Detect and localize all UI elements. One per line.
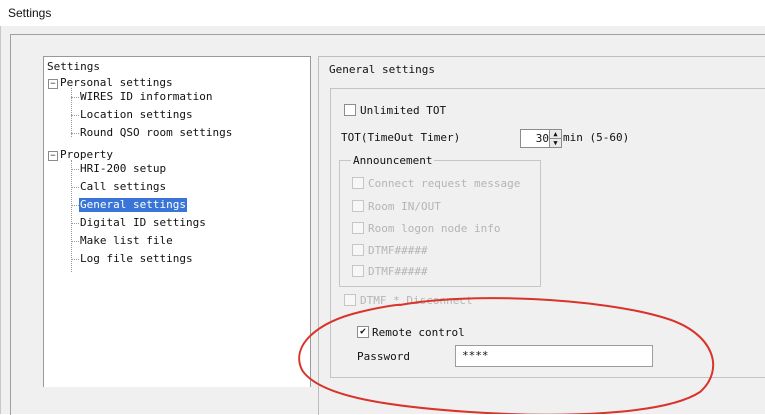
unlimited-tot-label: Unlimited TOT [360, 104, 447, 117]
announcement-title: Announcement [351, 154, 435, 167]
general-settings-title: General settings [326, 63, 438, 76]
tree-connector [71, 97, 79, 98]
password-field[interactable]: **** [455, 345, 653, 367]
tree-connector [71, 169, 79, 170]
room-in-out-checkbox[interactable] [352, 200, 364, 212]
tree-item-make-list-file[interactable]: Make list file [80, 234, 173, 248]
tree-connector [71, 241, 79, 242]
window-title: Settings [8, 6, 52, 20]
collapse-icon[interactable]: − [48, 151, 58, 161]
tree-item-round-qso-room-settings[interactable]: Round QSO room settings [80, 126, 232, 140]
window-titlebar: Settings [0, 0, 765, 27]
tree-connector [71, 187, 79, 188]
room-in-out-label: Room IN/OUT [368, 200, 441, 213]
password-label: Password [357, 350, 410, 363]
tot-unit-label: min (5-60) [563, 131, 630, 144]
tree-connector [71, 133, 79, 134]
tree-root[interactable]: Settings [47, 60, 100, 74]
room-logon-node-info-label: Room logon node info [368, 222, 501, 235]
tree-item-wires-id-information[interactable]: WIRES ID information [80, 90, 212, 104]
tree-connector [71, 223, 79, 224]
tree-connector [71, 88, 72, 137]
tot-value-input[interactable]: 30 [520, 129, 552, 148]
settings-tree[interactable]: Settings − Personal settings WIRES ID in… [43, 56, 311, 387]
remote-control-label: Remote control [372, 326, 465, 339]
tree-connector [71, 259, 79, 260]
tree-item-log-file-settings[interactable]: Log file settings [80, 252, 193, 266]
dtmf-disconnect-checkbox[interactable] [344, 294, 356, 306]
connect-request-message-checkbox[interactable] [352, 177, 364, 189]
dtmf-2-checkbox[interactable] [352, 265, 364, 277]
tree-node-property[interactable]: Property [60, 148, 113, 162]
tree-item-hri-200-setup[interactable]: HRI-200 setup [80, 162, 166, 176]
unlimited-tot-checkbox[interactable] [344, 104, 356, 116]
tree-connector [71, 115, 79, 116]
tree-item-location-settings[interactable]: Location settings [80, 108, 193, 122]
room-logon-node-info-checkbox[interactable] [352, 222, 364, 234]
dtmf-2-label: DTMF##### [368, 265, 428, 278]
tree-node-personal-settings[interactable]: Personal settings [60, 76, 173, 90]
dtmf-disconnect-label: DTMF * Disconnect [360, 294, 473, 307]
connect-request-message-label: Connect request message [368, 177, 521, 190]
collapse-icon[interactable]: − [48, 79, 58, 89]
dtmf-1-label: DTMF##### [368, 244, 428, 257]
tot-label: TOT(TimeOut Timer) [341, 131, 461, 144]
tree-connector [71, 160, 72, 272]
remote-control-checkbox[interactable]: ✔ [357, 326, 369, 338]
tree-connector [71, 205, 79, 206]
tree-item-call-settings[interactable]: Call settings [80, 180, 166, 194]
tree-item-digital-id-settings[interactable]: Digital ID settings [80, 216, 206, 230]
dtmf-1-checkbox[interactable] [352, 244, 364, 256]
spin-down-icon[interactable]: ▼ [549, 138, 562, 148]
tree-item-general-settings[interactable]: General settings [79, 198, 187, 212]
